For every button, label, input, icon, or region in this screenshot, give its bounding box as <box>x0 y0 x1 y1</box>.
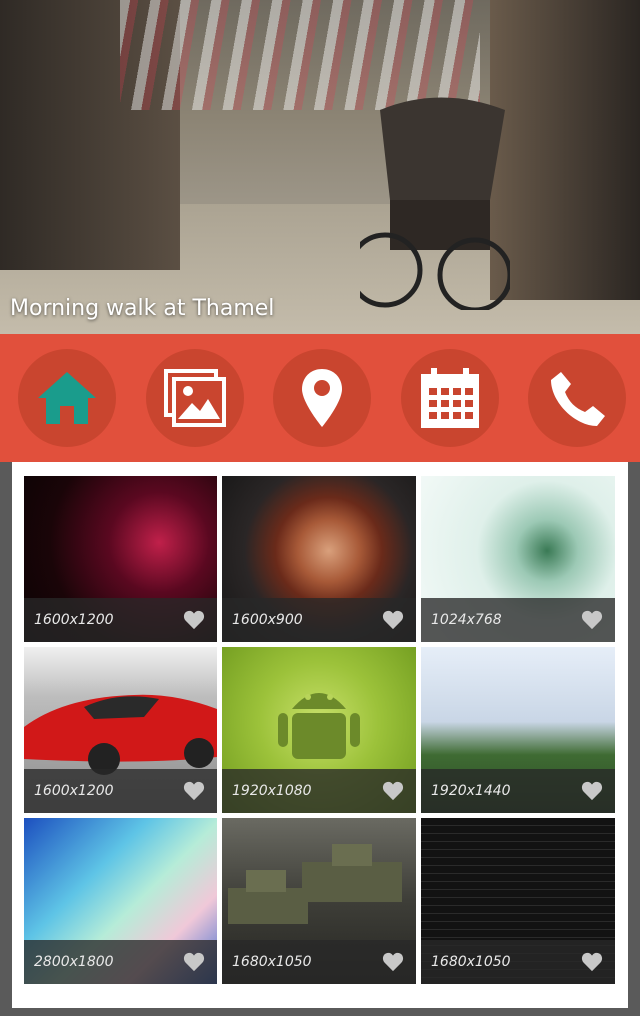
tile-info-bar: 1920x1440 <box>421 769 615 813</box>
nav-gallery-button[interactable] <box>145 349 244 447</box>
nav-phone-button[interactable] <box>528 349 626 447</box>
resolution-label: 1600x900 <box>232 612 303 628</box>
tile-info-bar: 1920x1080 <box>222 769 416 813</box>
calendar-icon <box>420 368 479 428</box>
gallery-tile[interactable]: 1920x1440 <box>421 647 615 813</box>
image-gallery-icon <box>163 369 226 427</box>
resolution-label: 1680x1050 <box>431 954 511 970</box>
heart-icon[interactable] <box>183 952 205 972</box>
gallery-grid: 1600x1200 1600x900 1024x768 1600x1200 19… <box>24 476 616 984</box>
home-icon <box>38 372 96 424</box>
tile-info-bar: 1680x1050 <box>222 940 416 984</box>
resolution-label: 1920x1080 <box>232 783 312 799</box>
gallery-tile[interactable]: 1680x1050 <box>421 818 615 984</box>
resolution-label: 1920x1440 <box>431 783 511 799</box>
heart-icon[interactable] <box>581 610 603 630</box>
heart-icon[interactable] <box>382 781 404 801</box>
gallery-panel: 1600x1200 1600x900 1024x768 1600x1200 19… <box>12 462 628 1008</box>
heart-icon[interactable] <box>581 952 603 972</box>
nav-calendar-button[interactable] <box>400 349 499 447</box>
heart-icon[interactable] <box>382 952 404 972</box>
gallery-tile[interactable]: 1024x768 <box>421 476 615 642</box>
phone-icon <box>551 372 605 426</box>
gallery-tile[interactable]: 1600x900 <box>222 476 416 642</box>
heart-icon[interactable] <box>581 781 603 801</box>
resolution-label: 1680x1050 <box>232 954 312 970</box>
gallery-tile[interactable]: 1600x1200 <box>24 647 217 813</box>
tile-info-bar: 1680x1050 <box>421 940 615 984</box>
gallery-tile[interactable]: 1600x1200 <box>24 476 217 642</box>
tile-info-bar: 1600x1200 <box>24 769 217 813</box>
heart-icon[interactable] <box>183 610 205 630</box>
heart-icon[interactable] <box>382 610 404 630</box>
resolution-label: 1600x1200 <box>34 612 114 628</box>
heart-icon[interactable] <box>183 781 205 801</box>
map-pin-icon <box>302 369 342 427</box>
hero-caption: Morning walk at Thamel <box>10 296 275 321</box>
hero-right-buildings <box>490 0 640 300</box>
tile-info-bar: 1600x900 <box>222 598 416 642</box>
nav-location-button[interactable] <box>273 349 371 447</box>
tile-info-bar: 2800x1800 <box>24 940 217 984</box>
resolution-label: 1024x768 <box>431 612 502 628</box>
gallery-tile[interactable]: 1920x1080 <box>222 647 416 813</box>
tile-info-bar: 1024x768 <box>421 598 615 642</box>
hero-rickshaw <box>360 97 510 310</box>
nav-home-button[interactable] <box>18 349 116 447</box>
gallery-tile[interactable]: 1680x1050 <box>222 818 416 984</box>
nav-bar <box>0 334 640 462</box>
tile-info-bar: 1600x1200 <box>24 598 217 642</box>
gallery-tile[interactable]: 2800x1800 <box>24 818 217 984</box>
resolution-label: 2800x1800 <box>34 954 114 970</box>
resolution-label: 1600x1200 <box>34 783 114 799</box>
hero-photo: Morning walk at Thamel <box>0 0 640 334</box>
